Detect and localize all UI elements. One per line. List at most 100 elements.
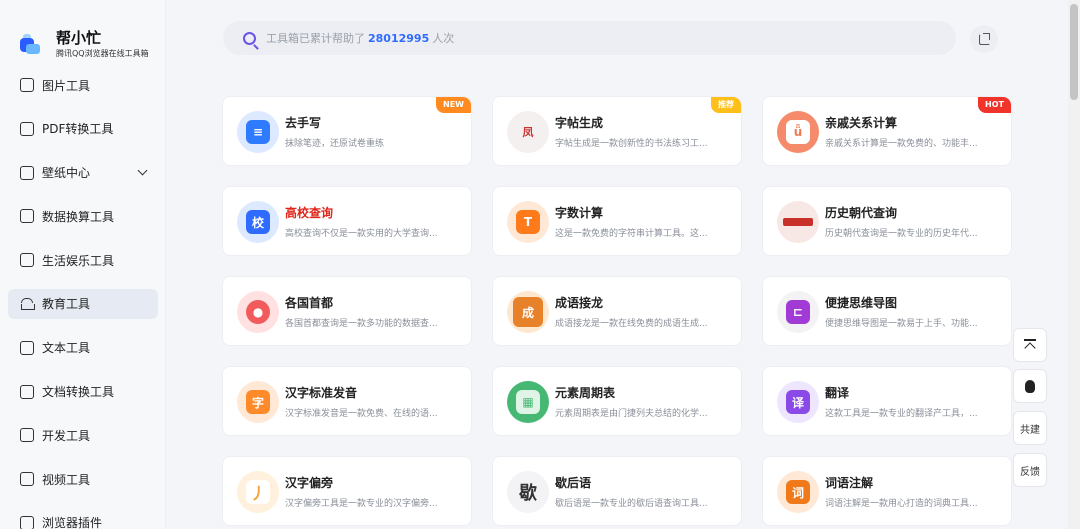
university-icon: 校 <box>237 201 279 243</box>
tool-card-radicals[interactable]: 丿 汉字偏旁 汉字偏旁工具是一款专业的汉字偏旁... <box>222 456 472 526</box>
tool-card-copybook[interactable]: 凤 字帖生成 字帖生成是一款创新性的书法练习工... 推荐 <box>492 96 742 166</box>
sidebar-item-pdf-tools[interactable]: PDF转换工具 <box>8 114 158 144</box>
qq-icon <box>1025 379 1035 393</box>
tool-card-relative-calculator[interactable]: ǖ 亲戚关系计算 亲戚关系计算是一款免费的、功能丰... HOT <box>762 96 1012 166</box>
xiehouyu-icon: 歇 <box>507 471 549 513</box>
sidebar-item-video-tools[interactable]: 视频工具 <box>8 464 158 494</box>
sidebar-item-image-tools[interactable]: 图片工具 <box>8 70 158 100</box>
search-bar[interactable]: 工具箱已累计帮助了 28012995 人次 <box>223 21 956 55</box>
sidebar-item-browser-plugins[interactable]: 浏览器插件 <box>8 508 158 529</box>
sidebar-item-document-conversion[interactable]: 文档转换工具 <box>8 377 158 407</box>
sidebar-item-education[interactable]: 教育工具 <box>8 288 158 319</box>
new-badge: NEW <box>436 97 471 113</box>
sidebar-item-label: 教育工具 <box>42 297 91 312</box>
tool-description: 抹除笔迹，还原试卷重练 <box>285 139 385 149</box>
tool-description: 汉字标准发音是一款免费、在线的语... <box>285 409 438 419</box>
tool-card-dynasty-query[interactable]: 历史朝代查询 历史朝代查询是一款专业的历史年代... <box>762 186 1012 256</box>
word-count-icon: T <box>507 201 549 243</box>
sidebar-item-label: 文档转换工具 <box>42 385 115 400</box>
pronunciation-icon: 字 <box>237 381 279 423</box>
text-icon <box>20 340 34 355</box>
brand-subtitle: 腾讯QQ浏览器在线工具箱 <box>56 49 149 58</box>
sidebar-item-entertainment[interactable]: 生活娱乐工具 <box>8 245 158 275</box>
qq-button[interactable] <box>1013 369 1047 403</box>
tool-card-periodic-table[interactable]: ▦ 元素周期表 元素周期表是由门捷列夫总结的化学... <box>492 366 742 436</box>
tool-description: 字帖生成是一款创新性的书法练习工... <box>555 139 708 149</box>
tool-description: 元素周期表是由门捷列夫总结的化学... <box>555 409 708 419</box>
brand[interactable]: 帮小忙 腾讯QQ浏览器在线工具箱 <box>20 28 149 60</box>
image-icon <box>20 78 34 92</box>
periodic-table-icon: ▦ <box>507 381 549 423</box>
entertainment-icon <box>20 253 34 268</box>
search-icon[interactable] <box>243 31 256 45</box>
usage-count: 28012995 <box>368 31 430 45</box>
sidebar-item-dev-tools[interactable]: 开发工具 <box>8 420 158 450</box>
tool-title: 翻译 <box>825 386 850 400</box>
idiom-icon: 成 <box>507 291 549 333</box>
plugin-icon <box>20 515 34 529</box>
tool-card-pronunciation[interactable]: 字 汉字标准发音 汉字标准发音是一款免费、在线的语... <box>222 366 472 436</box>
logo-icon <box>20 34 42 56</box>
tool-description: 这是一款免费的字符串计算工具。这... <box>555 229 708 239</box>
back-to-top-button[interactable] <box>1013 328 1047 362</box>
document-icon <box>20 384 34 399</box>
sidebar-nav: 图片工具 PDF转换工具 壁纸中心 数据换算工具 生活娱乐工具 教育工具 文本工… <box>8 70 158 529</box>
tool-card-word-annotation[interactable]: 词 词语注解 词语注解是一款用心打造的词典工具... <box>762 456 1012 526</box>
copybook-icon: 凤 <box>507 111 549 153</box>
tool-card-capitals[interactable]: ● 各国首都 各国首都查询是一款多功能的数据查... <box>222 276 472 346</box>
education-icon <box>20 297 35 311</box>
search-suffix: 人次 <box>432 32 455 45</box>
sidebar-item-text-tools[interactable]: 文本工具 <box>8 333 158 363</box>
tool-description: 高校查询不仅是一款实用的大学查询... <box>285 229 438 239</box>
tool-card-university-query[interactable]: 校 高校查询 高校查询不仅是一款实用的大学查询... <box>222 186 472 256</box>
tool-title: 汉字标准发音 <box>285 386 358 400</box>
tool-title: 字数计算 <box>555 206 604 220</box>
sidebar-item-label: PDF转换工具 <box>42 122 114 137</box>
feedback-button[interactable]: 反馈 <box>1013 453 1047 487</box>
tool-card-idiom-chain[interactable]: 成 成语接龙 成语接龙是一款在线免费的成语生成... <box>492 276 742 346</box>
tool-title: 各国首都 <box>285 296 334 310</box>
tool-title: 去手写 <box>285 116 322 130</box>
sidebar: 帮小忙 腾讯QQ浏览器在线工具箱 图片工具 PDF转换工具 壁纸中心 数据换算工… <box>0 0 166 529</box>
sidebar-item-data-conversion[interactable]: 数据换算工具 <box>8 201 158 231</box>
mind-map-icon: ⊏ <box>777 291 819 333</box>
tool-title: 便捷思维导图 <box>825 296 898 310</box>
sidebar-item-label: 数据换算工具 <box>42 209 115 224</box>
brand-title: 帮小忙 <box>56 29 102 47</box>
pdf-icon <box>20 121 34 136</box>
tool-card-xiehouyu[interactable]: 歇 歇后语 歇后语是一款专业的歇后语查询工具... <box>492 456 742 526</box>
tool-title: 歇后语 <box>555 476 592 490</box>
tool-description: 亲戚关系计算是一款免费的、功能丰... <box>825 139 978 149</box>
wallpaper-icon <box>20 165 34 180</box>
chevron-down-icon[interactable] <box>137 165 148 176</box>
tool-title: 历史朝代查询 <box>825 206 898 220</box>
sidebar-item-wallpaper[interactable]: 壁纸中心 <box>8 158 158 188</box>
radical-icon: 丿 <box>237 471 279 513</box>
tool-card-remove-handwriting[interactable]: ≡ 去手写 抹除笔迹，还原试卷重练 NEW <box>222 96 472 166</box>
tool-description: 汉字偏旁工具是一款专业的汉字偏旁... <box>285 499 438 509</box>
tool-description: 这款工具是一款专业的翻译产工具，... <box>825 409 978 419</box>
tool-description: 各国首都查询是一款多功能的数据查... <box>285 319 438 329</box>
co-build-button[interactable]: 共建 <box>1013 411 1047 445</box>
tool-card-mind-map[interactable]: ⊏ 便捷思维导图 便捷思维导图是一款易于上手、功能... <box>762 276 1012 346</box>
family-icon: ǖ <box>777 111 819 153</box>
scrollbar[interactable] <box>1068 0 1080 529</box>
tool-title: 字帖生成 <box>555 116 604 130</box>
search-prefix: 工具箱已累计帮助了 <box>266 32 365 45</box>
tool-title: 词语注解 <box>825 476 874 490</box>
back-to-top-icon <box>1024 339 1036 351</box>
calculator-icon <box>20 209 34 224</box>
sidebar-item-label: 视频工具 <box>42 472 91 487</box>
video-icon <box>20 472 34 487</box>
sidebar-item-label: 生活娱乐工具 <box>42 253 115 268</box>
tool-title: 成语接龙 <box>555 296 604 310</box>
tool-card-translate[interactable]: 译 翻译 这款工具是一款专业的翻译产工具，... <box>762 366 1012 436</box>
sidebar-item-label: 图片工具 <box>42 78 91 93</box>
share-button[interactable] <box>970 25 998 53</box>
dynasty-icon <box>777 201 819 243</box>
recommend-badge: 推荐 <box>711 97 741 113</box>
scrollbar-thumb[interactable] <box>1070 4 1078 100</box>
tool-title: 元素周期表 <box>555 386 616 400</box>
sidebar-item-label: 浏览器插件 <box>42 516 103 529</box>
tool-card-word-count[interactable]: T 字数计算 这是一款免费的字符串计算工具。这... <box>492 186 742 256</box>
